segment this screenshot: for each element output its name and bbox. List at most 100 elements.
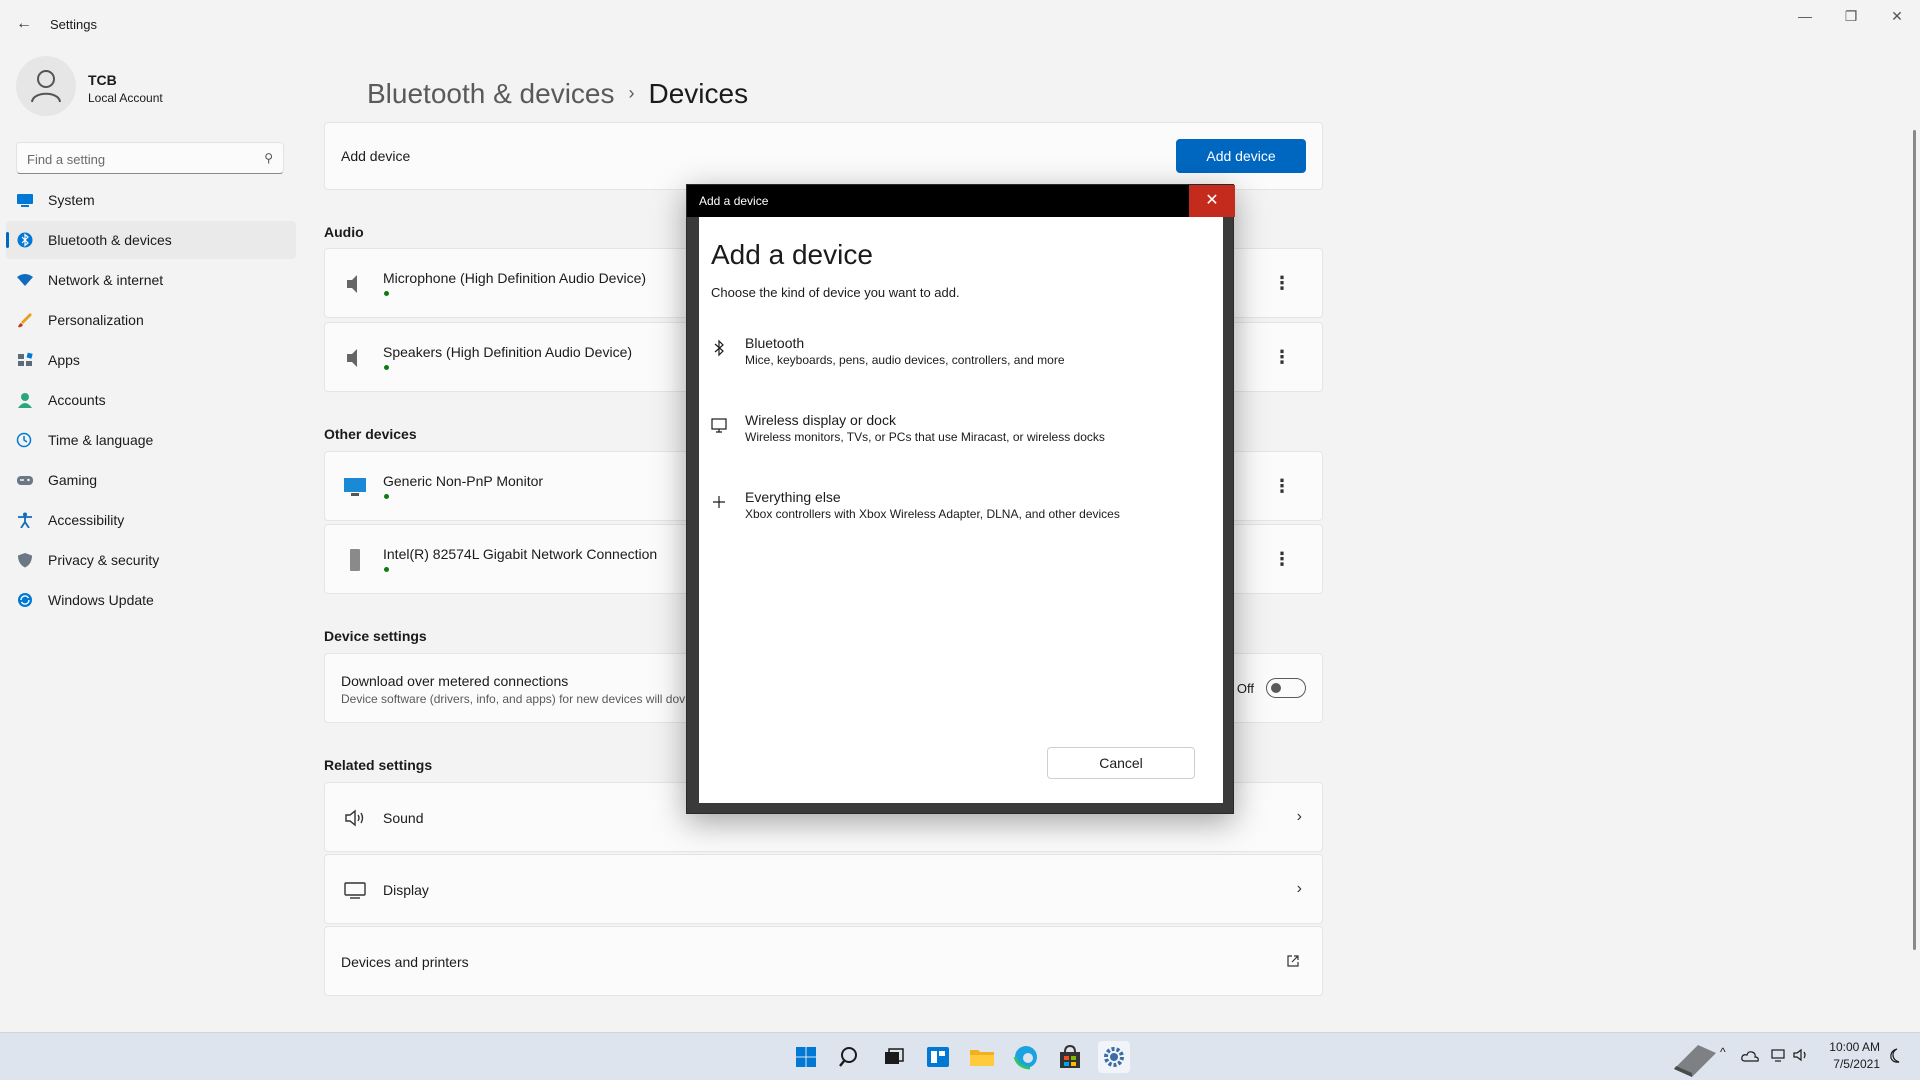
- search-icon[interactable]: [834, 1041, 866, 1073]
- network-icon[interactable]: [1770, 1047, 1786, 1063]
- system-clock[interactable]: 10:00 AM 7/5/2021: [1829, 1039, 1880, 1073]
- widgets-icon[interactable]: [922, 1041, 954, 1073]
- sidebar-item-label: Network & internet: [48, 272, 164, 288]
- store-icon[interactable]: [1054, 1041, 1086, 1073]
- gamepad-icon: [17, 476, 33, 485]
- sidebar-nav: System Bluetooth & devices Network & int…: [6, 181, 296, 621]
- cancel-button[interactable]: Cancel: [1047, 747, 1195, 779]
- option-description: Xbox controllers with Xbox Wireless Adap…: [745, 507, 1120, 521]
- show-hidden-icons[interactable]: ^: [1720, 1045, 1726, 1059]
- globe-clock-icon: [16, 432, 32, 448]
- sidebar-item-bluetooth-devices[interactable]: Bluetooth & devices: [6, 221, 296, 259]
- monitor-icon: [17, 194, 33, 207]
- apps-icon: [18, 352, 33, 366]
- breadcrumb-parent[interactable]: Bluetooth & devices: [367, 78, 615, 109]
- related-setting-display[interactable]: Display ›: [324, 854, 1323, 924]
- search-input[interactable]: [27, 149, 247, 169]
- title-bar: ← Settings — ❐ ✕: [0, 0, 1920, 48]
- edge-icon[interactable]: [1010, 1041, 1042, 1073]
- scrollbar[interactable]: [1913, 130, 1916, 950]
- breadcrumb-separator: ›: [628, 83, 635, 103]
- speaker-icon: [347, 275, 357, 293]
- more-options-icon[interactable]: ⋮: [1272, 477, 1292, 495]
- person-icon: [31, 70, 61, 103]
- sidebar-item-label: Apps: [48, 352, 80, 368]
- more-options-icon[interactable]: ⋮: [1272, 348, 1292, 366]
- task-view-icon[interactable]: [878, 1041, 910, 1073]
- option-title: Everything else: [745, 489, 841, 505]
- network-adapter-icon: [350, 549, 360, 571]
- option-title: Wireless display or dock: [745, 412, 896, 428]
- dialog-title-bar: Add a device ✕: [687, 185, 1235, 217]
- monitor-icon: [711, 418, 727, 433]
- shield-icon: [18, 553, 32, 568]
- connected-status-dot: [384, 567, 389, 572]
- sidebar-item-apps[interactable]: Apps: [6, 341, 296, 379]
- option-description: Wireless monitors, TVs, or PCs that use …: [745, 430, 1105, 444]
- sidebar-item-accounts[interactable]: Accounts: [6, 381, 296, 419]
- clock-date: 7/5/2021: [1833, 1057, 1880, 1071]
- sidebar-item-system[interactable]: System: [6, 181, 296, 219]
- more-options-icon[interactable]: ⋮: [1272, 274, 1292, 292]
- sidebar-item-label: Gaming: [48, 472, 98, 488]
- metered-toggle[interactable]: [1266, 678, 1306, 698]
- volume-icon[interactable]: [1792, 1047, 1810, 1063]
- dialog-window-title: Add a device: [699, 194, 769, 208]
- restore-icon[interactable]: ❐: [1828, 0, 1874, 32]
- option-bluetooth[interactable]: Bluetooth Mice, keyboards, pens, audio d…: [699, 335, 1223, 395]
- sidebar-item-label: Privacy & security: [48, 552, 160, 568]
- sidebar-item-privacy-security[interactable]: Privacy & security: [6, 541, 296, 579]
- plus-icon: [713, 496, 725, 508]
- more-options-icon[interactable]: ⋮: [1272, 550, 1292, 568]
- minimize-icon[interactable]: —: [1782, 0, 1828, 32]
- book-watermark-icon: [1674, 1045, 1716, 1077]
- related-setting-devices-printers[interactable]: Devices and printers: [324, 926, 1323, 996]
- chevron-right-icon: ›: [1296, 880, 1302, 897]
- sidebar-item-windows-update[interactable]: Windows Update: [6, 581, 296, 619]
- sidebar-item-network[interactable]: Network & internet: [6, 261, 296, 299]
- cloud-icon[interactable]: [1740, 1049, 1760, 1063]
- sidebar-item-accessibility[interactable]: Accessibility: [6, 501, 296, 539]
- sidebar-item-label: Windows Update: [48, 592, 154, 608]
- start-icon[interactable]: [790, 1041, 822, 1073]
- add-device-label: Add device: [341, 148, 411, 164]
- sidebar-item-label: System: [48, 192, 95, 208]
- device-name: Generic Non-PnP Monitor: [383, 473, 544, 489]
- add-device-button[interactable]: Add device: [1176, 139, 1306, 173]
- sidebar-item-label: Accounts: [48, 392, 106, 408]
- device-name: Intel(R) 82574L Gigabit Network Connecti…: [383, 546, 658, 562]
- connected-status-dot: [384, 291, 389, 296]
- sidebar-item-gaming[interactable]: Gaming: [6, 461, 296, 499]
- sidebar-item-label: Time & language: [48, 432, 154, 448]
- brush-icon: [18, 313, 32, 328]
- dialog-prompt: Choose the kind of device you want to ad…: [711, 285, 960, 300]
- option-wireless-display[interactable]: Wireless display or dock Wireless monito…: [699, 412, 1223, 472]
- back-arrow-icon[interactable]: ←: [14, 14, 34, 34]
- avatar: [16, 56, 76, 116]
- app-title: Settings: [50, 17, 97, 32]
- person-icon: [18, 393, 32, 408]
- sidebar-item-time-language[interactable]: Time & language: [6, 421, 296, 459]
- toggle-state-label: Off: [1236, 681, 1254, 696]
- notification-moon-icon[interactable]: [1886, 1047, 1902, 1065]
- breadcrumb: Bluetooth & devices › Devices: [367, 78, 748, 110]
- bluetooth-icon: [714, 339, 724, 357]
- device-settings-heading: Device settings: [324, 628, 427, 644]
- settings-icon[interactable]: [1098, 1041, 1130, 1073]
- related-settings-heading: Related settings: [324, 757, 433, 773]
- user-profile[interactable]: TCB Local Account: [16, 56, 296, 118]
- sidebar-item-label: Personalization: [48, 312, 144, 328]
- search-icon: ⚲: [264, 151, 273, 165]
- device-name: Speakers (High Definition Audio Device): [383, 344, 633, 360]
- bluetooth-icon: [17, 232, 33, 248]
- file-explorer-icon[interactable]: [966, 1041, 998, 1073]
- display-icon: [344, 882, 366, 899]
- close-icon[interactable]: ✕: [1874, 0, 1920, 32]
- related-setting-label: Sound: [383, 810, 424, 826]
- wifi-icon: [17, 274, 33, 286]
- option-everything-else[interactable]: Everything else Xbox controllers with Xb…: [699, 489, 1223, 549]
- dialog-close-icon[interactable]: ✕: [1189, 185, 1235, 217]
- sidebar-item-personalization[interactable]: Personalization: [6, 301, 296, 339]
- speaker-icon: [345, 809, 364, 827]
- search-box[interactable]: ⚲: [16, 142, 284, 174]
